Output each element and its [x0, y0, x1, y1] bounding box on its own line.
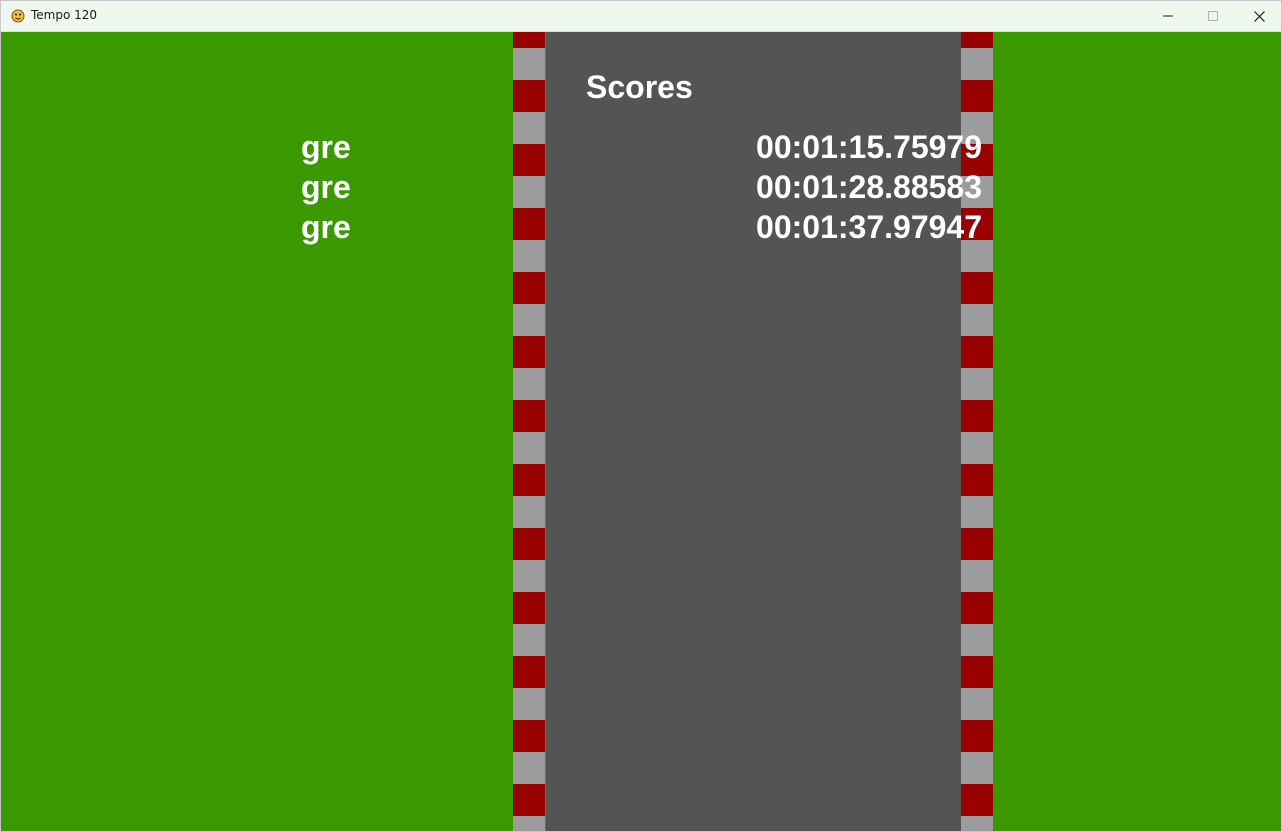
- maximize-button[interactable]: [1190, 1, 1236, 31]
- scores-heading: Scores: [586, 69, 693, 105]
- minimize-icon: [1163, 11, 1173, 21]
- score-name: gre: [301, 129, 351, 165]
- score-time: 00:01:28.88583: [756, 169, 982, 205]
- app-icon: [11, 9, 25, 23]
- minimize-button[interactable]: [1145, 1, 1191, 31]
- score-time: 00:01:37.97947: [756, 209, 982, 245]
- close-icon: [1253, 10, 1265, 22]
- score-name: gre: [301, 169, 351, 205]
- window-title: Tempo 120: [31, 8, 98, 22]
- game-canvas[interactable]: Scores gre 00:01:15.75979 gre 00:01:28.8…: [1, 32, 1281, 831]
- game-window: Tempo 120 Scores gre 00:01:15.75979 gre …: [0, 0, 1282, 832]
- left-curb: [513, 32, 545, 831]
- title-bar[interactable]: Tempo 120: [1, 1, 1281, 32]
- close-button[interactable]: [1236, 1, 1281, 31]
- score-name: gre: [301, 209, 351, 245]
- score-time: 00:01:15.75979: [756, 129, 982, 165]
- maximize-icon: [1208, 11, 1218, 21]
